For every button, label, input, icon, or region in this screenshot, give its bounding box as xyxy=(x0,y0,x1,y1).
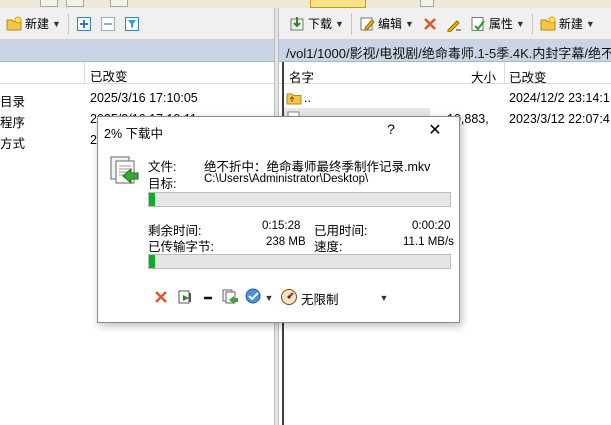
remaining-time-value: 0:15:28 xyxy=(262,220,301,232)
copy-files-icon xyxy=(107,154,141,188)
help-button[interactable]: ? xyxy=(381,121,401,139)
speed-limit-value: 无限制 xyxy=(301,292,339,307)
tab-stub[interactable] xyxy=(420,0,434,7)
download-dialog: 2% 下载中 ? ✕ 文件: 绝不折中：绝命毒师最终季制作记录.mkv 目标: … xyxy=(97,116,460,323)
target-label: 目标: xyxy=(148,177,177,191)
tab-strip xyxy=(0,0,611,8)
delete-button[interactable] xyxy=(418,12,442,36)
edit-button[interactable]: 编辑 ▼ xyxy=(355,12,418,36)
rename-button[interactable] xyxy=(442,12,466,36)
collapse-button[interactable] xyxy=(96,12,120,36)
cancel-icon xyxy=(153,289,169,308)
cancel-button[interactable] xyxy=(151,288,171,308)
list-item-modified: 2025/3/16 17:10:05 xyxy=(90,91,198,105)
globe-check-icon xyxy=(245,288,263,309)
chevron-down-icon: ▼ xyxy=(335,18,344,29)
list-item-name[interactable]: .. xyxy=(304,91,311,105)
parent-folder-icon xyxy=(286,90,302,106)
toolbar-separator xyxy=(67,12,69,35)
properties-button[interactable]: 属性 ▼ xyxy=(466,12,529,36)
left-column-header xyxy=(0,62,274,84)
filter-button[interactable] xyxy=(120,12,144,36)
new-button-right[interactable]: 新建 ▼ xyxy=(536,12,599,36)
new-folder-icon xyxy=(6,16,22,32)
tab-stub[interactable] xyxy=(110,0,128,7)
download-icon xyxy=(289,16,305,32)
chevron-down-icon: ▼ xyxy=(404,18,414,29)
speed-label: 速度: xyxy=(314,240,343,254)
skip-file-icon xyxy=(177,289,193,308)
queue-options-button[interactable]: ▼ xyxy=(243,288,275,308)
list-item-modified: 2024/12/2 23:14:1 xyxy=(509,91,610,105)
dialog-title: 2% 下载中 xyxy=(104,127,164,141)
rename-icon xyxy=(446,16,462,32)
column-separator[interactable] xyxy=(504,62,505,84)
minus-icon xyxy=(202,291,214,306)
file-progress-fill xyxy=(149,193,155,206)
column-size-header[interactable]: 大小 xyxy=(471,67,496,86)
left-toolbar: 新建 ▼ xyxy=(0,8,274,40)
expand-button[interactable] xyxy=(72,12,96,36)
minus-box-icon xyxy=(100,16,116,32)
speed-value: 11.1 MB/s xyxy=(403,236,454,248)
transferred-label: 已传输字节: xyxy=(148,240,214,254)
copy-files-small-icon xyxy=(221,288,239,309)
right-toolbar: 下载 ▼ 编辑 ▼ 属性 ▼ 新建 ▼ xyxy=(279,8,611,40)
column-modified-header[interactable]: 已改变 xyxy=(509,67,547,86)
new-folder-icon xyxy=(540,16,556,32)
total-progress-bar xyxy=(148,254,451,269)
column-modified-header[interactable]: 已改变 xyxy=(90,66,128,85)
target-path-value: C:\Users\Administrator\Desktop\ xyxy=(204,173,369,185)
edit-icon xyxy=(359,16,375,32)
new-button-left[interactable]: 新建 ▼ xyxy=(0,12,65,36)
speedometer-icon xyxy=(280,288,298,309)
chevron-down-icon: ▼ xyxy=(379,293,389,303)
filter-icon xyxy=(124,16,140,32)
list-item-name[interactable]: 程序 xyxy=(0,112,25,131)
right-column-header xyxy=(279,62,611,84)
toolbar-separator xyxy=(531,12,533,35)
toolbar-separator xyxy=(350,12,352,35)
elapsed-time-value: 0:00:20 xyxy=(412,220,451,232)
list-item-modified: 2023/3/12 22:07:4 xyxy=(509,112,610,126)
minimize-button[interactable] xyxy=(198,288,218,308)
total-progress-fill xyxy=(149,255,155,268)
list-item-modified: 2 xyxy=(90,133,97,147)
properties-icon xyxy=(470,16,486,32)
tab-stub[interactable] xyxy=(66,0,84,7)
background-button[interactable] xyxy=(220,288,240,308)
chevron-down-icon: ▼ xyxy=(515,18,525,29)
list-item-name[interactable]: 方式 xyxy=(0,133,25,152)
tab-active[interactable] xyxy=(310,0,366,8)
right-path-bar[interactable]: /vol1/1000/影视/电视剧/绝命毒师.1-5季.4K.内封字幕/绝不折 xyxy=(279,40,611,62)
plus-box-icon xyxy=(76,16,92,32)
chevron-down-icon: ▼ xyxy=(52,18,61,29)
close-button[interactable]: ✕ xyxy=(424,120,446,140)
file-progress-bar xyxy=(148,192,451,207)
chevron-down-icon: ▼ xyxy=(585,18,595,29)
skip-file-button[interactable] xyxy=(175,288,195,308)
dialog-titlebar[interactable]: 2% 下载中 ? ✕ xyxy=(98,117,459,144)
chevron-down-icon: ▼ xyxy=(264,293,274,303)
transferred-value: 238 MB xyxy=(266,236,306,248)
delete-icon xyxy=(422,16,438,32)
list-item-name[interactable]: 目录 xyxy=(0,91,25,110)
left-path-bar[interactable] xyxy=(0,40,274,62)
column-separator[interactable] xyxy=(84,62,85,84)
download-button[interactable]: 下载 ▼ xyxy=(279,12,348,36)
column-name-header[interactable]: 名字 xyxy=(289,67,314,86)
tab-stub[interactable] xyxy=(40,0,58,7)
speed-limit-dropdown[interactable]: 无限制 ▼ xyxy=(280,288,388,308)
